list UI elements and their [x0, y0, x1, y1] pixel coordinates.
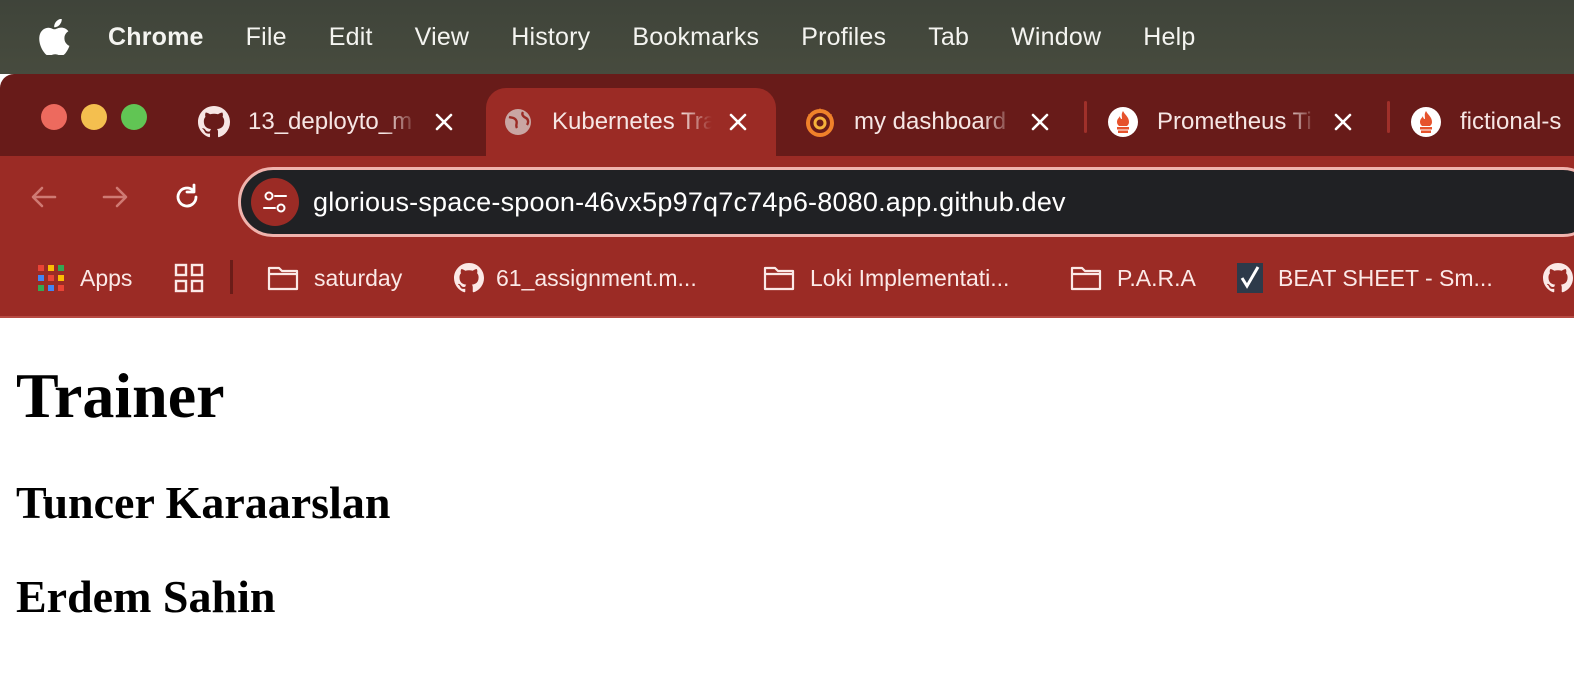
- tab-grafana-dashboard[interactable]: my dashboard: [804, 88, 1054, 156]
- close-icon[interactable]: [1329, 108, 1357, 136]
- maximize-window-button[interactable]: [121, 104, 147, 130]
- tab-groups-icon: [172, 261, 206, 295]
- bookmark-label: Apps: [80, 264, 133, 291]
- menu-tab[interactable]: Tab: [928, 23, 969, 52]
- menu-chrome[interactable]: Chrome: [108, 23, 204, 52]
- bookmark-saturday[interactable]: saturday: [266, 258, 402, 298]
- back-arrow-icon[interactable]: [25, 178, 63, 216]
- close-icon[interactable]: [724, 108, 752, 136]
- folder-icon: [762, 261, 796, 295]
- bookmarks-bar: Apps saturday 61_assignment.m... Loki Im…: [0, 238, 1574, 318]
- url-text[interactable]: glorious-space-spoon-46vx5p97q7c74p6-808…: [313, 187, 1066, 218]
- menu-bookmarks[interactable]: Bookmarks: [632, 23, 759, 52]
- menu-file[interactable]: File: [246, 23, 287, 52]
- bookmark-label: saturday: [314, 264, 403, 291]
- bookmark-para[interactable]: P.A.R.A: [1069, 258, 1196, 298]
- minimize-window-button[interactable]: [81, 104, 107, 130]
- address-bar[interactable]: glorious-space-spoon-46vx5p97q7c74p6-808…: [238, 167, 1574, 237]
- tab-separator: [1387, 101, 1390, 133]
- prometheus-icon: [1410, 106, 1442, 138]
- prometheus-icon: [1107, 106, 1139, 138]
- globe-icon: [502, 106, 534, 138]
- tab-title: Prometheus Ti: [1157, 108, 1312, 135]
- forward-arrow-icon[interactable]: [96, 178, 134, 216]
- bookmark-label: 61_assignment.m...: [496, 264, 697, 291]
- tab-fictional[interactable]: fictional-s: [1410, 88, 1561, 156]
- tab-kubernetes-active[interactable]: Kubernetes Tra: [486, 88, 776, 156]
- tab-github-deploy[interactable]: 13_deployto_m: [198, 88, 458, 156]
- tab-strip: 13_deployto_m Kubernetes Tra my dashboar…: [0, 74, 1574, 156]
- bookmarks-divider: [230, 260, 233, 294]
- bookmark-tab-groups[interactable]: [172, 258, 220, 298]
- apps-grid-icon: [36, 261, 66, 295]
- trainer-name: Tuncer Karaarslan: [16, 477, 391, 528]
- bookmark-apps[interactable]: Apps: [36, 258, 132, 298]
- browser-window: 13_deployto_m Kubernetes Tra my dashboar…: [0, 74, 1574, 318]
- grafana-icon: [804, 106, 836, 138]
- bookmark-label: P.A.R.A: [1117, 264, 1196, 291]
- folder-icon: [266, 261, 300, 295]
- apple-logo-icon[interactable]: [38, 19, 72, 55]
- page-heading: Trainer: [16, 360, 225, 431]
- menu-window[interactable]: Window: [1011, 23, 1101, 52]
- menu-edit[interactable]: Edit: [329, 23, 373, 52]
- tab-title: my dashboard: [854, 108, 1007, 135]
- github-icon: [198, 106, 230, 138]
- bookmark-label: BEAT SHEET - Sm...: [1278, 264, 1493, 291]
- github-icon: [452, 261, 486, 295]
- checkmark-favicon-icon: [1236, 261, 1264, 295]
- tab-prometheus[interactable]: Prometheus Ti: [1107, 88, 1357, 156]
- menu-help[interactable]: Help: [1143, 23, 1195, 52]
- trainer-name: Erdem Sahin: [16, 571, 276, 622]
- folder-icon: [1069, 261, 1103, 295]
- bookmark-assignment[interactable]: 61_assignment.m...: [452, 258, 697, 298]
- tab-title: Kubernetes Tra: [552, 108, 712, 135]
- github-icon: [1541, 261, 1574, 295]
- bookmark-label: Loki Implementati...: [810, 264, 1010, 291]
- bookmark-github-more[interactable]: [1541, 258, 1574, 298]
- menu-history[interactable]: History: [511, 23, 590, 52]
- close-window-button[interactable]: [41, 104, 67, 130]
- page-content: Trainer Tuncer Karaarslan Erdem Sahin: [0, 318, 1574, 696]
- site-settings-icon[interactable]: [251, 178, 299, 226]
- reload-icon[interactable]: [168, 178, 206, 216]
- tab-separator: [1084, 101, 1087, 133]
- macos-menu-bar: Chrome File Edit View History Bookmarks …: [0, 0, 1574, 74]
- tab-title: fictional-s: [1460, 108, 1562, 135]
- close-icon[interactable]: [1026, 108, 1054, 136]
- menu-profiles[interactable]: Profiles: [801, 23, 886, 52]
- tab-title: 13_deployto_m: [248, 108, 413, 135]
- menu-view[interactable]: View: [415, 23, 470, 52]
- bookmark-beat-sheet[interactable]: BEAT SHEET - Sm...: [1236, 258, 1493, 298]
- close-icon[interactable]: [430, 108, 458, 136]
- bookmark-loki[interactable]: Loki Implementati...: [762, 258, 1009, 298]
